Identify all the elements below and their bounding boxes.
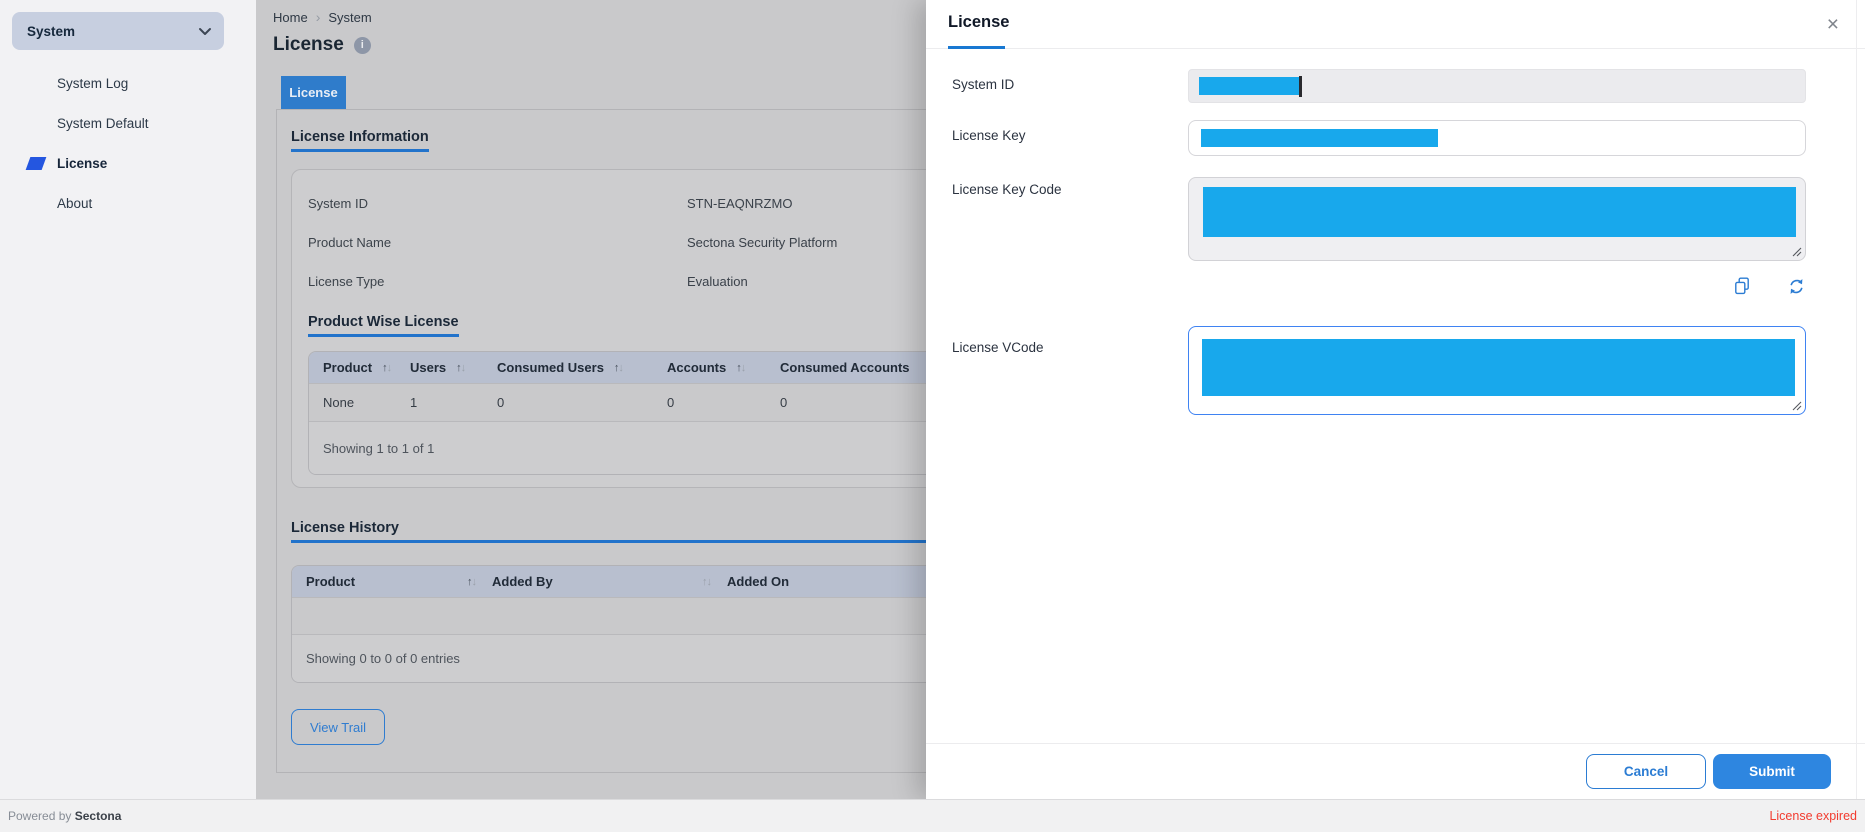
column-header-users[interactable]: Users ↑↓	[410, 360, 497, 375]
powered-by-prefix: Powered by	[8, 809, 71, 823]
breadcrumb-home[interactable]: Home	[273, 10, 308, 25]
license-vcode-label: License VCode	[952, 326, 1188, 415]
refresh-icon[interactable]	[1787, 277, 1806, 296]
sidebar-item-system-default[interactable]: System Default	[0, 103, 256, 143]
resize-grip-icon[interactable]	[1791, 400, 1802, 411]
cell-accounts: 0	[667, 395, 780, 410]
column-label: Added On	[727, 574, 789, 589]
license-status-text: License expired	[1769, 809, 1857, 823]
masked-selected-text	[1203, 187, 1796, 237]
sidebar-section-system[interactable]: System	[12, 12, 224, 50]
license-information-heading: License Information	[291, 129, 429, 152]
tab-license[interactable]: License	[281, 76, 346, 109]
brand-name: Sectona	[75, 809, 122, 823]
system-id-label: System ID	[952, 69, 1188, 103]
info-icon[interactable]: i	[354, 37, 371, 54]
column-header-product[interactable]: Product ↑↓	[292, 574, 492, 589]
column-label: Consumed Users	[497, 360, 604, 375]
masked-selected-text	[1201, 129, 1438, 147]
column-header-accounts[interactable]: Accounts ↑↓	[667, 360, 780, 375]
submit-button[interactable]: Submit	[1713, 754, 1831, 789]
page-title-row: License i	[273, 34, 371, 56]
license-key-code-label: License Key Code	[952, 177, 1188, 261]
sidebar-item-label: System Log	[57, 76, 128, 91]
sidebar-item-system-log[interactable]: System Log	[0, 63, 256, 103]
sort-icon: ↑↓	[467, 576, 476, 588]
sort-icon: ↑↓	[382, 362, 391, 374]
breadcrumb-current[interactable]: System	[328, 10, 371, 25]
page-title: License	[273, 34, 344, 56]
chevron-down-icon	[198, 27, 212, 36]
field-label: Product Name	[308, 235, 687, 250]
sidebar-section-label: System	[27, 24, 75, 39]
column-header-added-by[interactable]: Added By ↑↓	[492, 574, 727, 589]
sort-icon: ↑↓	[456, 362, 465, 374]
drawer-header: License ×	[926, 0, 1865, 49]
column-header-product[interactable]: Product ↑↓	[309, 360, 410, 375]
breadcrumb: Home › System	[273, 9, 372, 25]
sidebar-items: System Log System Default License About	[0, 63, 256, 223]
license-parallelogram-icon	[26, 157, 47, 170]
cell-users: 1	[410, 395, 497, 410]
sidebar-item-label: About	[57, 196, 92, 211]
field-label: System ID	[308, 196, 687, 211]
column-label: Users	[410, 360, 446, 375]
product-wise-license-heading: Product Wise License	[308, 314, 459, 337]
form-row-license-key-code: License Key Code	[952, 177, 1806, 261]
sidebar-item-label: License	[57, 156, 107, 171]
sidebar-item-label: System Default	[57, 116, 149, 131]
license-key-input[interactable]	[1188, 120, 1806, 156]
copy-icon[interactable]	[1732, 276, 1752, 296]
license-key-label: License Key	[952, 120, 1188, 156]
sort-icon: ↑↓	[736, 362, 745, 374]
sidebar-item-about[interactable]: About	[0, 183, 256, 223]
cell-product: None	[309, 395, 410, 410]
system-id-input	[1188, 69, 1806, 103]
view-trail-button[interactable]: View Trail	[291, 709, 385, 745]
field-label: License Type	[308, 274, 687, 289]
license-key-code-textarea[interactable]	[1188, 177, 1806, 261]
form-row-license-key: License Key	[952, 120, 1806, 156]
sort-icon: ↑↓	[614, 362, 623, 374]
form-row-system-id: System ID	[952, 69, 1806, 103]
powered-by: Powered by Sectona	[8, 809, 121, 823]
cancel-button[interactable]: Cancel	[1586, 754, 1706, 789]
drawer-actions: Cancel Submit	[926, 743, 1865, 799]
license-vcode-textarea[interactable]	[1188, 326, 1806, 415]
app-footer: Powered by Sectona License expired	[0, 799, 1865, 832]
column-label: Product	[323, 360, 372, 375]
column-label: Added By	[492, 574, 553, 589]
column-label: Accounts	[667, 360, 726, 375]
sort-icon: ↑↓	[702, 576, 711, 588]
drawer-title: License	[948, 13, 1009, 32]
field-value: STN-EAQNRZMO	[687, 196, 792, 211]
close-icon[interactable]: ×	[1825, 12, 1841, 37]
sidebar-item-license[interactable]: License	[0, 143, 256, 183]
cell-consumed-users: 0	[497, 395, 667, 410]
text-caret	[1299, 76, 1302, 97]
field-value: Sectona Security Platform	[687, 235, 837, 250]
column-label: Consumed Accounts	[780, 360, 910, 375]
masked-selected-text	[1199, 77, 1299, 95]
column-header-consumed-users[interactable]: Consumed Users ↑↓	[497, 360, 667, 375]
key-code-actions	[952, 273, 1806, 299]
drawer-body: System ID License Key License Key Code	[926, 49, 1865, 415]
resize-grip-icon[interactable]	[1791, 246, 1802, 257]
masked-selected-text	[1202, 339, 1795, 396]
sidebar: System System Log System Default License…	[0, 0, 257, 799]
license-drawer: License × System ID License Key License …	[926, 0, 1865, 799]
field-value: Evaluation	[687, 274, 748, 289]
breadcrumb-separator-icon: ›	[316, 9, 321, 25]
column-label: Product	[306, 574, 355, 589]
form-row-license-vcode: License VCode	[952, 326, 1806, 415]
